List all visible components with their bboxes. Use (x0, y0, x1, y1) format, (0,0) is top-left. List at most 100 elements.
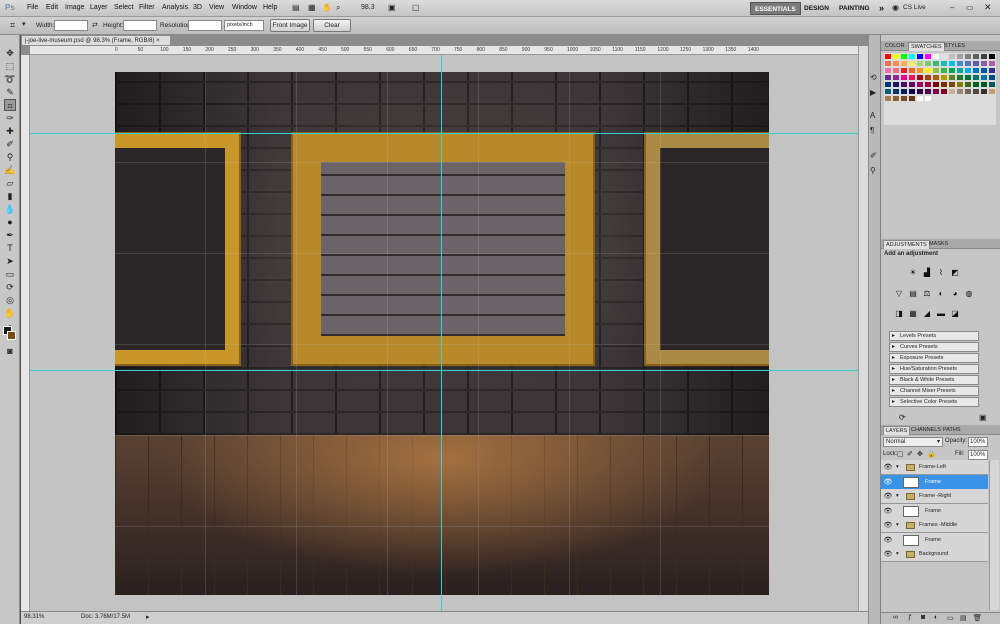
invert-icon[interactable]: ◨ (894, 309, 904, 319)
hand-tool-icon[interactable]: ✋ (4, 307, 16, 319)
visibility-eye-icon[interactable]: 👁 (883, 533, 893, 548)
menu-filter[interactable]: Filter (139, 4, 155, 11)
tab-styles[interactable]: STYLES (942, 42, 967, 51)
color-swatch[interactable] (925, 75, 931, 80)
color-swatch[interactable] (941, 61, 947, 66)
resolution-input[interactable] (188, 20, 222, 31)
color-swatch[interactable] (925, 96, 931, 101)
crop-tool-icon[interactable]: ⌗ (4, 99, 16, 111)
layer-group-row[interactable]: 👁 ▾ Frames -Middle (881, 518, 988, 533)
lasso-tool-icon[interactable]: ➰ (4, 73, 16, 85)
cs-live-icon[interactable]: ◉ (892, 3, 899, 12)
arrange-documents-icon[interactable]: ▣ (388, 3, 396, 12)
expand-triangle-icon[interactable]: ▾ (896, 547, 899, 562)
brush-panel-icon[interactable]: ✐ (870, 151, 877, 160)
color-swatch[interactable] (885, 96, 891, 101)
quick-selection-tool-icon[interactable]: ✎ (4, 86, 16, 98)
path-selection-tool-icon[interactable]: ➤ (4, 255, 16, 267)
visibility-eye-icon[interactable]: 👁 (883, 547, 893, 562)
adjustment-footer-icon[interactable]: ⟳ (899, 413, 906, 422)
layer-group-row[interactable]: 👁 ▾ Frame -Right (881, 489, 988, 504)
marquee-tool-icon[interactable]: ⬚ (4, 60, 16, 72)
color-swatch[interactable] (957, 68, 963, 73)
minimize-icon[interactable]: – (950, 3, 954, 12)
color-swatch[interactable] (981, 89, 987, 94)
gradient-tool-icon[interactable]: ▮ (4, 190, 16, 202)
quick-mask-icon[interactable]: ◙ (4, 345, 16, 357)
brush-tool-icon[interactable]: ✐ (4, 138, 16, 150)
color-swatch[interactable] (917, 96, 923, 101)
character-panel-icon[interactable]: A (870, 111, 875, 120)
pen-tool-icon[interactable]: ✒ (4, 229, 16, 241)
front-image-button[interactable]: Front Image (270, 19, 310, 32)
color-swatch[interactable] (917, 61, 923, 66)
restore-icon[interactable]: ▭ (966, 3, 974, 12)
zoom-level-field[interactable]: 98.3 (361, 4, 375, 11)
color-swatch[interactable] (909, 54, 915, 59)
color-swatch[interactable] (941, 89, 947, 94)
workspace-design[interactable]: DESIGN (800, 2, 833, 15)
color-swatch[interactable] (917, 89, 923, 94)
swap-icon[interactable]: ⇄ (92, 21, 98, 29)
color-swatch[interactable] (989, 75, 995, 80)
bridge-icon[interactable]: ▤ (292, 3, 300, 12)
background-color-swatch[interactable] (7, 331, 16, 340)
panel-options-icon[interactable]: ▣ (979, 413, 987, 422)
eyedropper-tool-icon[interactable]: ✑ (4, 112, 16, 124)
color-swatch[interactable] (949, 82, 955, 87)
color-swatch[interactable] (957, 82, 963, 87)
menu-select[interactable]: Select (114, 4, 133, 11)
color-swatch[interactable] (965, 54, 971, 59)
fill-input[interactable]: 100% (968, 450, 988, 460)
brightness-contrast-icon[interactable]: ☀ (908, 268, 918, 278)
workspace-essentials[interactable]: ESSENTIALS (750, 2, 801, 15)
adjustment-preset-item[interactable]: Levels Presets (889, 331, 979, 341)
color-swatch[interactable] (909, 68, 915, 73)
color-swatch[interactable] (885, 61, 891, 66)
color-swatch[interactable] (989, 61, 995, 66)
screen-mode-icon[interactable]: ▢ (412, 3, 420, 12)
actions-panel-icon[interactable]: ▶ (870, 88, 876, 97)
guide-horizontal[interactable] (30, 133, 858, 134)
expand-triangle-icon[interactable]: ▾ (896, 518, 899, 533)
3d-rotate-tool-icon[interactable]: ⟳ (4, 281, 16, 293)
move-tool-icon[interactable]: ✥ (4, 47, 16, 59)
menu-edit[interactable]: Edit (46, 4, 58, 11)
menu-layer[interactable]: Layer (90, 4, 108, 11)
adjustment-preset-item[interactable]: Selective Color Presets (889, 397, 979, 407)
color-swatch[interactable] (901, 89, 907, 94)
color-swatch[interactable] (989, 68, 995, 73)
visibility-eye-icon[interactable]: 👁 (883, 504, 893, 519)
color-swatch[interactable] (885, 82, 891, 87)
color-swatch[interactable] (925, 68, 931, 73)
expand-triangle-icon[interactable]: ▾ (896, 460, 899, 475)
color-balance-icon[interactable]: ⚖ (922, 289, 932, 299)
color-swatch[interactable] (933, 75, 939, 80)
vertical-ruler[interactable] (21, 55, 30, 611)
frame-right[interactable] (646, 134, 769, 364)
clone-stamp-tool-icon[interactable]: ⚲ (4, 151, 16, 163)
layer-group-row[interactable]: 👁 ▾ Frame-Left (881, 460, 988, 475)
color-swatch[interactable] (925, 89, 931, 94)
color-swatch[interactable] (949, 89, 955, 94)
tab-masks[interactable]: MASKS (927, 240, 950, 249)
resolution-unit-select[interactable]: pixels/inch (224, 20, 264, 31)
tab-adjustments[interactable]: ADJUSTMENTS (883, 240, 930, 249)
color-swatch[interactable] (949, 54, 955, 59)
crop-tool-icon[interactable]: ⌗ (10, 20, 15, 31)
threshold-icon[interactable]: ◢ (922, 309, 932, 319)
clone-source-panel-icon[interactable]: ⚲ (870, 166, 876, 175)
color-swatch[interactable] (973, 61, 979, 66)
color-swatch[interactable] (933, 68, 939, 73)
color-swatch[interactable] (941, 54, 947, 59)
eraser-tool-icon[interactable]: ▱ (4, 177, 16, 189)
visibility-eye-icon[interactable]: 👁 (883, 460, 893, 475)
width-input[interactable] (54, 20, 88, 31)
expand-triangle-icon[interactable]: ▾ (896, 489, 899, 504)
new-group-icon[interactable]: ▭ (947, 614, 954, 622)
color-swatch[interactable] (909, 61, 915, 66)
menu-help[interactable]: Help (263, 4, 277, 11)
color-swatch[interactable] (917, 75, 923, 80)
workspace-more-button[interactable]: » (875, 2, 888, 15)
color-swatch[interactable] (941, 75, 947, 80)
